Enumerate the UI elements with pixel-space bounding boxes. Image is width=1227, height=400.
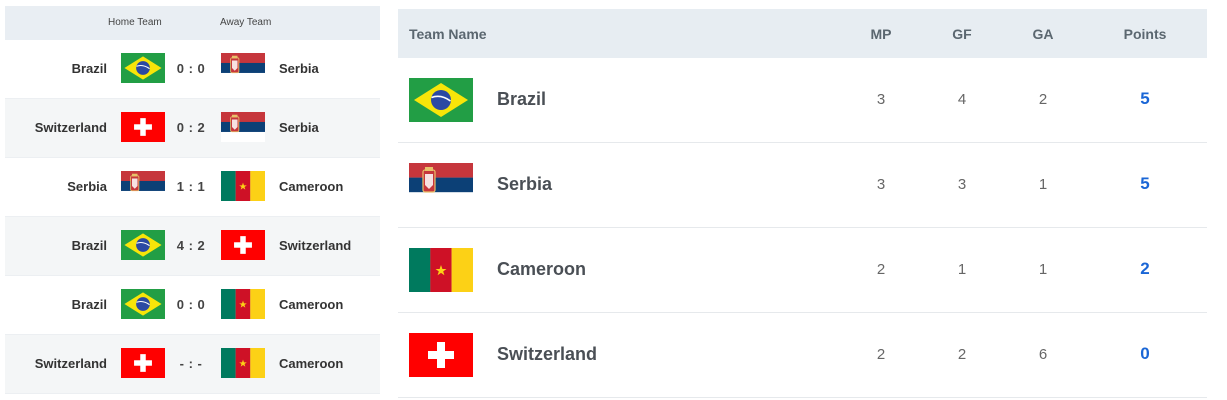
goals-against: 2 — [1038, 91, 1048, 108]
match-score: 0 : 2 — [176, 120, 206, 135]
home-flag-slot — [121, 112, 165, 142]
away-flag-slot — [221, 112, 265, 142]
team-flag-slot — [409, 333, 473, 377]
home-flag-slot — [121, 230, 165, 260]
points-value: 2 — [1140, 259, 1150, 278]
match-row[interactable]: Brazil 0 : 0 Serbia — [5, 40, 380, 99]
goals-against: 6 — [1038, 346, 1048, 363]
brazil-flag — [121, 289, 165, 319]
brazil-flag — [121, 230, 165, 260]
match-row[interactable]: Brazil 0 : 0 Cameroon — [5, 276, 380, 335]
team-flag-slot — [409, 248, 473, 292]
home-team-name: Brazil — [71, 297, 107, 312]
team-name[interactable]: Serbia — [497, 174, 552, 195]
standings-row[interactable]: Switzerland 2 2 6 0 — [398, 313, 1207, 398]
cameroon-flag — [221, 348, 265, 378]
home-flag-slot — [121, 171, 165, 201]
home-flag-slot — [121, 53, 165, 83]
standings-row[interactable]: Cameroon 2 1 1 2 — [398, 228, 1207, 313]
match-row[interactable]: Brazil 4 : 2 Switzerland — [5, 217, 380, 276]
away-flag-slot — [221, 289, 265, 319]
serbia-flag — [121, 171, 165, 201]
standings-header: Team Name MP GF GA Points — [398, 9, 1207, 58]
team-name[interactable]: Switzerland — [497, 344, 597, 365]
cameroon-flag — [221, 171, 265, 201]
goals-for: 1 — [957, 261, 967, 278]
serbia-flag — [221, 112, 265, 142]
team-name-column-header: Team Name — [409, 26, 487, 42]
switzerland-flag — [121, 348, 165, 378]
gf-column-header: GF — [952, 26, 972, 42]
home-team-name: Brazil — [71, 61, 107, 76]
standings-table: Team Name MP GF GA Points Brazil 3 4 2 5 Ser… — [398, 9, 1207, 398]
away-flag-slot — [221, 230, 265, 260]
match-score: 4 : 2 — [176, 238, 206, 253]
goals-for: 4 — [957, 91, 967, 108]
matches-played: 3 — [876, 176, 886, 193]
away-flag-slot — [221, 348, 265, 378]
points-value: 5 — [1140, 174, 1150, 193]
standings-row[interactable]: Brazil 3 4 2 5 — [398, 58, 1207, 143]
match-score: 1 : 1 — [176, 179, 206, 194]
match-list: Home Team Away Team Brazil 0 : 0 Serbia S… — [5, 6, 380, 394]
brazil-flag — [121, 53, 165, 83]
away-team-name: Cameroon — [279, 356, 344, 371]
match-row[interactable]: Switzerland - : - Cameroon — [5, 335, 380, 394]
team-name[interactable]: Cameroon — [497, 259, 586, 280]
points-value: 0 — [1140, 344, 1150, 363]
serbia-flag — [221, 53, 265, 83]
switzerland-flag — [121, 112, 165, 142]
match-score: 0 : 0 — [176, 61, 206, 76]
home-team-name: Switzerland — [34, 120, 107, 135]
home-flag-slot — [121, 348, 165, 378]
brazil-flag — [409, 78, 473, 122]
cameroon-flag — [221, 289, 265, 319]
goals-against: 1 — [1038, 176, 1048, 193]
ga-column-header: GA — [1032, 26, 1054, 42]
points-column-header: Points — [1123, 26, 1167, 42]
away-team-name: Cameroon — [279, 297, 344, 312]
match-score: - : - — [179, 356, 203, 371]
standings-row[interactable]: Serbia 3 3 1 5 — [398, 143, 1207, 228]
mp-column-header: MP — [870, 26, 892, 42]
matches-played: 2 — [876, 261, 886, 278]
home-team-name: Brazil — [71, 238, 107, 253]
goals-against: 1 — [1038, 261, 1048, 278]
team-flag-slot — [409, 163, 473, 207]
away-team-name: Serbia — [279, 120, 319, 135]
away-team-name: Cameroon — [279, 179, 344, 194]
goals-for: 2 — [957, 346, 967, 363]
matches-played: 2 — [876, 346, 886, 363]
match-row[interactable]: Serbia 1 : 1 Cameroon — [5, 158, 380, 217]
away-team-name: Serbia — [279, 61, 319, 76]
matches-played: 3 — [876, 91, 886, 108]
match-row[interactable]: Switzerland 0 : 2 Serbia — [5, 99, 380, 158]
home-flag-slot — [121, 289, 165, 319]
home-team-name: Serbia — [67, 179, 107, 194]
cameroon-flag — [409, 248, 473, 292]
switzerland-flag — [409, 333, 473, 377]
match-score: 0 : 0 — [176, 297, 206, 312]
away-team-name: Switzerland — [279, 238, 352, 253]
away-team-heading: Away Team — [220, 17, 272, 28]
switzerland-flag — [221, 230, 265, 260]
points-value: 5 — [1140, 89, 1150, 108]
match-list-header: Home Team Away Team — [5, 6, 380, 40]
home-team-name: Switzerland — [34, 356, 107, 371]
away-flag-slot — [221, 53, 265, 83]
goals-for: 3 — [957, 176, 967, 193]
team-flag-slot — [409, 78, 473, 122]
home-team-heading: Home Team — [108, 17, 162, 28]
away-flag-slot — [221, 171, 265, 201]
serbia-flag — [409, 163, 473, 207]
team-name[interactable]: Brazil — [497, 89, 546, 110]
